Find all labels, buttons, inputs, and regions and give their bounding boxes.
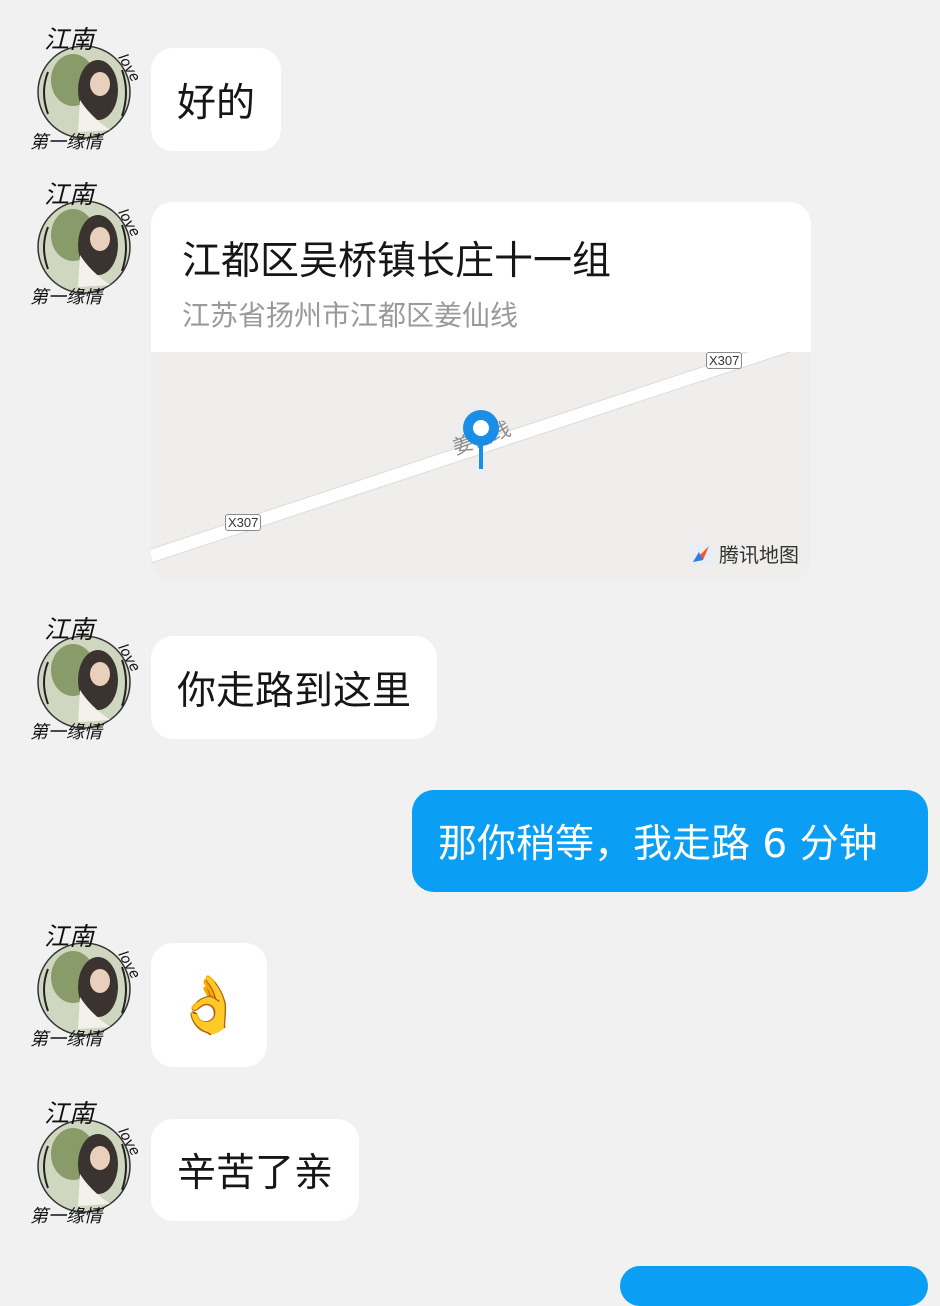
road-tag: X307 <box>706 352 743 369</box>
map-brand-label: 腾讯地图 <box>719 543 799 567</box>
avatar-text-bottom: 第一缘情 <box>30 722 102 743</box>
message-bubble[interactable]: 你走路到这里 <box>151 636 438 739</box>
map-pin-icon <box>463 410 499 469</box>
message-text: 那你稍等，我走路 6 分钟 <box>438 822 878 867</box>
avatar[interactable]: 江南 love 第一缘情 <box>18 20 144 153</box>
avatar-text-bottom: 第一缘情 <box>30 132 102 153</box>
avatar[interactable]: 江南 love 第一缘情 <box>18 175 144 308</box>
message-bubble[interactable]: 👌 <box>151 943 267 1067</box>
map-brand: 腾讯地图 <box>687 539 799 568</box>
message-bubble[interactable]: 好的 <box>151 48 282 151</box>
road-tag: X307 <box>225 514 262 531</box>
avatar-text-bottom: 第一缘情 <box>30 287 102 308</box>
avatar-text-bottom: 第一缘情 <box>30 1206 102 1227</box>
tencent-map-logo-icon <box>689 541 713 566</box>
avatar[interactable]: 江南 love 第一缘情 <box>18 610 144 743</box>
avatar[interactable]: 江南 love 第一缘情 <box>18 1094 144 1227</box>
avatar-text-top: 江南 <box>44 922 95 951</box>
avatar-text-top: 江南 <box>44 180 95 209</box>
avatar-text-top: 江南 <box>44 25 95 54</box>
message-bubble[interactable]: 辛苦了亲 <box>151 1119 360 1221</box>
map-preview[interactable]: X307 X307 姜仙线 腾讯地图 <box>151 352 811 582</box>
avatar-text-top: 江南 <box>44 615 95 644</box>
avatar-text-bottom: 第一缘情 <box>30 1029 102 1050</box>
message-outgoing-partial[interactable] <box>620 1266 928 1306</box>
ok-hand-emoji: 👌 <box>174 973 244 1038</box>
location-card[interactable]: 江都区吴桥镇长庄十一组 江苏省扬州市江都区姜仙线 X307 X307 姜仙线 <box>151 202 811 582</box>
avatar[interactable]: 江南 love 第一缘情 <box>18 917 144 1050</box>
avatar-text-top: 江南 <box>44 1099 95 1128</box>
location-title: 江都区吴桥镇长庄十一组 <box>182 239 612 284</box>
message-text: 你走路到这里 <box>177 668 412 714</box>
message-text: 辛苦了亲 <box>177 1151 334 1196</box>
message-text: 好的 <box>177 80 256 126</box>
location-address: 江苏省扬州市江都区姜仙线 <box>182 299 519 332</box>
message-bubble[interactable]: 那你稍等，我走路 6 分钟 <box>412 790 928 892</box>
